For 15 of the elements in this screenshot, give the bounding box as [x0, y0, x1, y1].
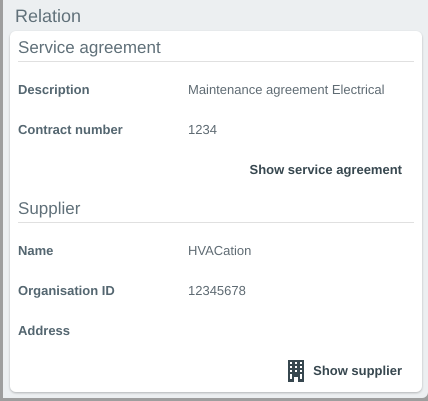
field-label: Address — [18, 322, 72, 340]
panel-title: Relation — [15, 5, 82, 28]
field-value: Maintenance agreement Electrical — [188, 81, 385, 100]
field-label: Description — [18, 81, 91, 100]
section-heading: Supplier — [18, 199, 80, 218]
show-button[interactable]: Show service agreement — [250, 160, 402, 180]
field-label: Organisation ID — [18, 282, 116, 300]
building-icon — [288, 360, 304, 382]
field-value: 12345678 — [188, 282, 246, 300]
field-label: Name — [18, 242, 54, 260]
show-button[interactable]: Show supplier — [288, 360, 402, 382]
field-value: 1234 — [188, 121, 217, 140]
field-value: HVACation — [188, 242, 252, 260]
section-heading: Service agreement — [18, 38, 161, 57]
field-label: Contract number — [18, 121, 124, 140]
